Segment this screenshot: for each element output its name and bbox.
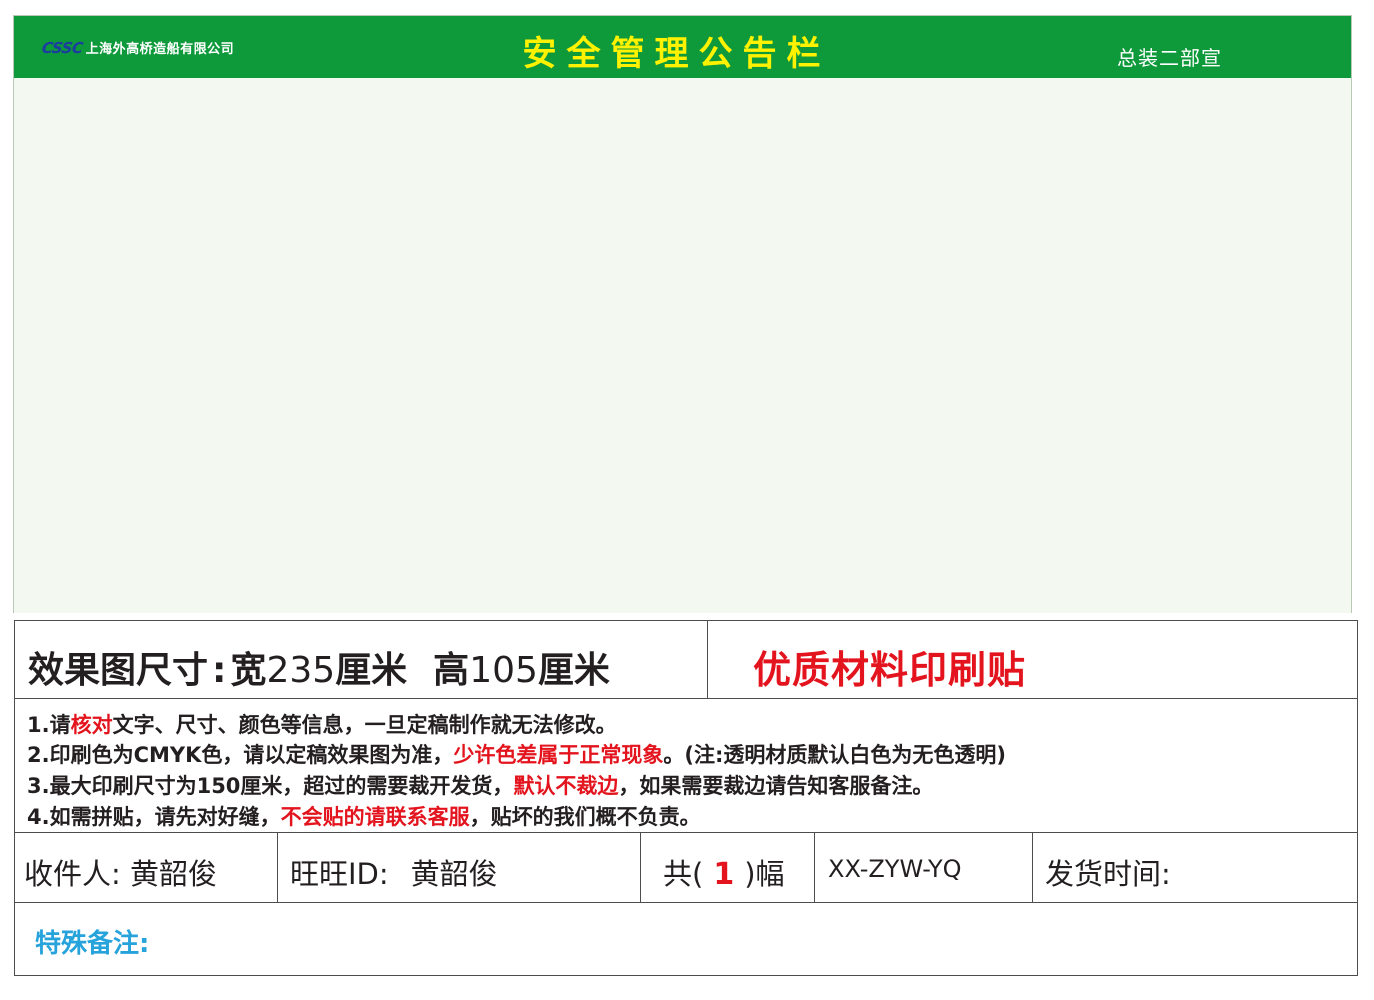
order-spec-table: 效果图尺寸: 宽235厘米 高105厘米 优质材料印刷贴 1.请核对文字、尺寸、颜色… xyxy=(14,620,1358,976)
recipient-cell: 收件人: 黄韶俊 xyxy=(15,833,278,902)
count-prefix: 共( xyxy=(663,857,704,891)
count-suffix: )幅 xyxy=(744,857,785,891)
order-info-row: 收件人: 黄韶俊 旺旺ID: 黄韶俊 共( 1 )幅 XX-ZYW-YQ 发货时间: xyxy=(15,833,1357,903)
ship-time-cell: 发货时间: xyxy=(1033,833,1359,902)
material-label: 优质材料印刷贴 xyxy=(753,648,1027,692)
special-note-label: 特殊备注: xyxy=(35,929,150,959)
wangwang-label: 旺旺ID: xyxy=(290,857,389,891)
count-cell: 共( 1 )幅 xyxy=(641,833,815,902)
note-4: 4.如需拼贴，请先对好缝，不会贴的请联系客服，贴坏的我们概不负责。 xyxy=(27,805,701,829)
code-cell: XX-ZYW-YQ xyxy=(815,833,1033,902)
board-header: CSSC 上海外高桥造船有限公司 安全管理公告栏 总装二部宣 xyxy=(14,16,1351,78)
size-colon: : xyxy=(212,650,227,691)
size-cell: 效果图尺寸: 宽235厘米 高105厘米 xyxy=(15,621,708,698)
width-label: 宽 xyxy=(230,650,267,691)
recipient-label: 收件人: xyxy=(24,857,121,891)
notes-block: 1.请核对文字、尺寸、颜色等信息，一旦定稿制作就无法修改。 2.印刷色为CMYK… xyxy=(15,699,1357,833)
ship-time-label: 发货时间: xyxy=(1045,857,1171,891)
board-content-area xyxy=(14,78,1351,613)
bulletin-board-preview: CSSC 上海外高桥造船有限公司 安全管理公告栏 总装二部宣 xyxy=(13,15,1352,613)
height-value: 105 xyxy=(469,650,538,691)
size-text: 效果图尺寸: 宽235厘米 高105厘米 xyxy=(28,641,610,693)
note-1: 1.请核对文字、尺寸、颜色等信息，一旦定稿制作就无法修改。 xyxy=(27,713,617,737)
height-unit: 厘米 xyxy=(537,650,610,691)
width-value: 235 xyxy=(266,650,336,691)
width-unit: 厘米 xyxy=(335,650,408,691)
note-3: 3.最大印刷尺寸为150厘米，超过的需要裁开发货，默认不裁边，如果需要裁边请告知… xyxy=(27,774,934,798)
special-note-row: 特殊备注: xyxy=(15,903,1357,975)
department-label: 总装二部宣 xyxy=(1117,46,1222,70)
note-2: 2.印刷色为CMYK色，请以定稿效果图为准，少许色差属于正常现象。(注:透明材质… xyxy=(27,743,1006,767)
recipient-name: 黄韶俊 xyxy=(130,857,218,891)
wangwang-cell: 旺旺ID: 黄韶俊 xyxy=(278,833,641,902)
size-label: 效果图尺寸 xyxy=(28,650,209,691)
order-code: XX-ZYW-YQ xyxy=(828,855,962,883)
size-row: 效果图尺寸: 宽235厘米 高105厘米 优质材料印刷贴 xyxy=(15,621,1357,699)
wangwang-id: 黄韶俊 xyxy=(410,857,498,891)
count-value: 1 xyxy=(713,857,735,892)
height-label: 高 xyxy=(433,650,470,691)
